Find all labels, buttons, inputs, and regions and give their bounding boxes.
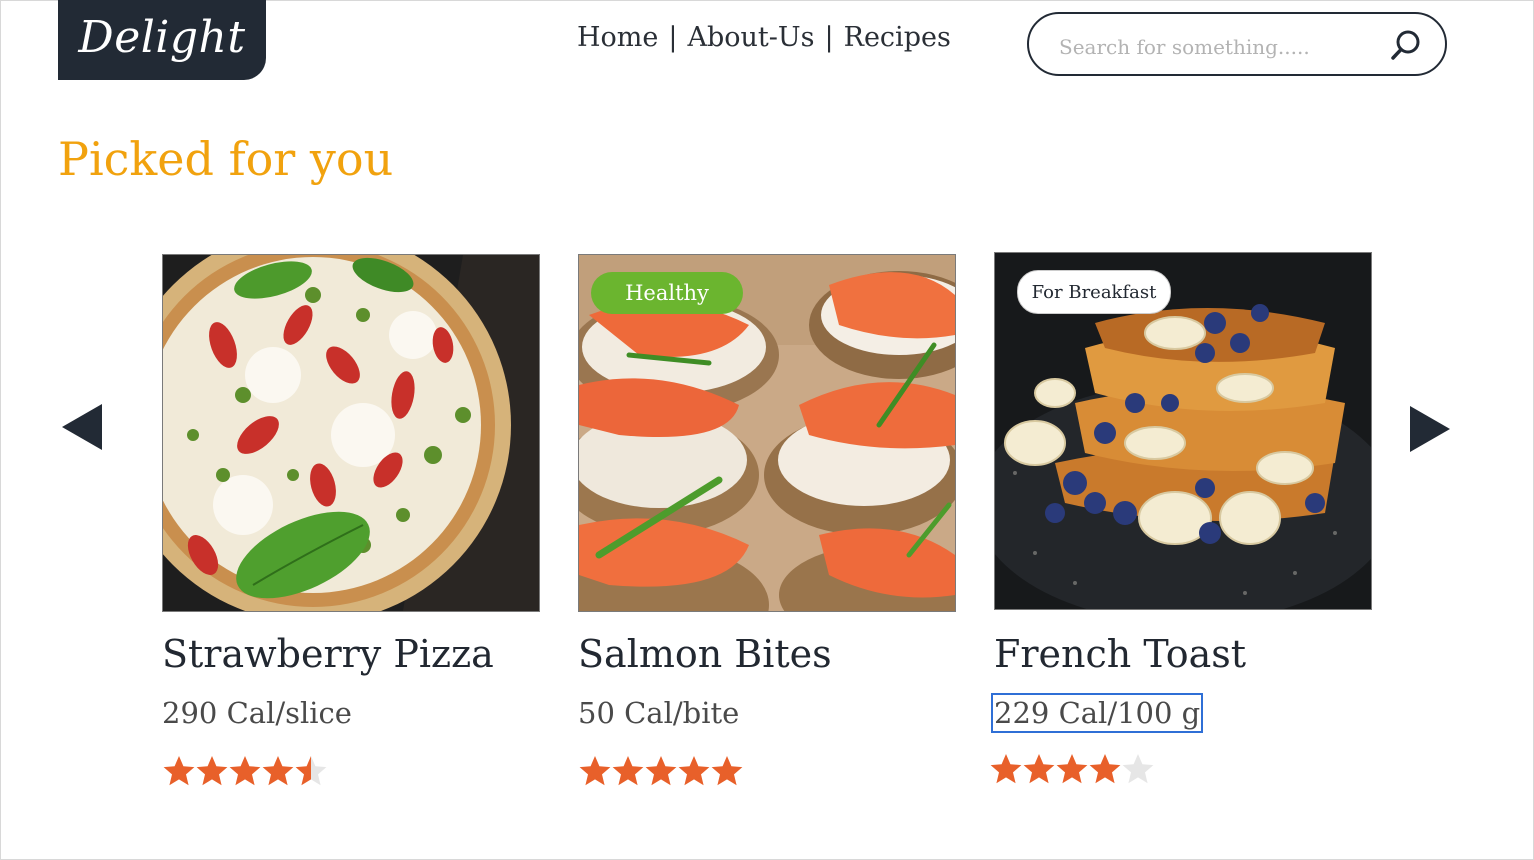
nav-home-link[interactable]: Home — [577, 22, 658, 53]
star-icon — [711, 756, 743, 786]
star-icon — [1122, 754, 1154, 784]
for-breakfast-badge[interactable]: For Breakfast — [1017, 270, 1171, 314]
star-icon — [1023, 754, 1055, 784]
star-rating — [578, 754, 743, 788]
star-rating — [162, 754, 327, 788]
recipe-calories: 229 Cal/100 g — [990, 693, 1204, 733]
search-icon[interactable] — [1389, 28, 1423, 62]
recipe-title[interactable]: Salmon Bites — [578, 632, 832, 676]
star-icon — [579, 756, 611, 786]
search-bar — [1027, 12, 1447, 76]
star-icon — [229, 756, 261, 786]
triangle-right-icon[interactable] — [1408, 404, 1452, 454]
star-rating — [989, 752, 1154, 786]
logo-text: Delight — [78, 11, 246, 63]
star-icon — [645, 756, 677, 786]
star-icon — [1056, 754, 1088, 784]
section-heading: Picked for you — [58, 132, 394, 186]
star-icon — [196, 756, 228, 786]
nav-about-us-link[interactable]: About-Us — [688, 22, 815, 53]
search-input[interactable] — [1057, 28, 1381, 66]
nav-recipes-link[interactable]: Recipes — [844, 22, 951, 53]
healthy-badge[interactable]: Healthy — [591, 272, 743, 314]
recipe-card-strawberry-pizza[interactable]: Strawberry Pizza 290 Cal/slice — [162, 254, 540, 786]
star-icon — [262, 756, 294, 786]
star-icon — [163, 756, 195, 786]
main-nav: Home | About-Us | Recipes — [577, 22, 951, 53]
star-icon — [612, 756, 644, 786]
recipe-image-pizza[interactable] — [162, 254, 540, 612]
recipe-calories: 50 Cal/bite — [578, 696, 740, 730]
triangle-left-icon[interactable] — [60, 402, 104, 452]
recipe-card-salmon-bites[interactable]: Healthy Salmon Bites 50 Cal/bite — [578, 254, 956, 786]
nav-separator: | — [668, 22, 678, 53]
recipe-calories: 290 Cal/slice — [162, 696, 352, 730]
star-icon — [1089, 754, 1121, 784]
logo[interactable]: Delight — [58, 0, 266, 80]
nav-separator: | — [824, 22, 834, 53]
recipe-title[interactable]: French Toast — [994, 632, 1246, 676]
recipe-image-salmon[interactable]: Healthy — [578, 254, 956, 612]
star-icon — [678, 756, 710, 786]
star-icon — [295, 756, 327, 786]
recipe-image-french-toast[interactable]: For Breakfast — [994, 252, 1372, 610]
recipe-title[interactable]: Strawberry Pizza — [162, 632, 494, 676]
star-icon — [990, 754, 1022, 784]
recipe-card-french-toast[interactable]: For Breakfast French Toast 229 Cal/100 g — [990, 252, 1372, 784]
